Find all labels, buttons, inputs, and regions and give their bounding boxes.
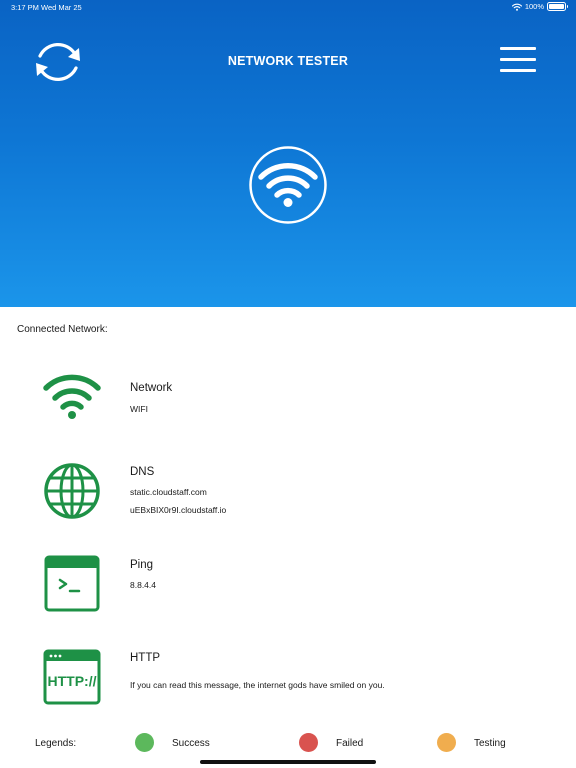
hamburger-menu-icon[interactable] <box>500 47 536 74</box>
legend: Legends: Success Failed Testing <box>0 730 576 756</box>
http-value: If you can read this message, the intern… <box>130 680 385 690</box>
legend-success-label: Success <box>172 738 210 749</box>
header: 3:17 PM Wed Mar 25 100% NETWORK TESTER <box>0 0 576 307</box>
legend-title: Legends: <box>35 738 77 749</box>
wifi-icon <box>249 146 327 224</box>
battery-level <box>549 4 564 9</box>
wifi-status-icon <box>511 3 522 11</box>
failed-dot-icon <box>299 733 318 752</box>
ping-value: 8.8.4.4 <box>130 580 156 590</box>
page-title: NETWORK TESTER <box>227 54 349 68</box>
home-indicator[interactable] <box>200 760 376 764</box>
status-date: Wed Mar 25 <box>41 3 82 12</box>
http-name: HTTP <box>130 652 161 664</box>
status-bar: 3:17 PM Wed Mar 25 100% <box>0 0 576 16</box>
ping-name: Ping <box>130 559 154 571</box>
dns-value-1: static.cloudstaff.com <box>130 487 207 497</box>
refresh-icon[interactable] <box>27 36 89 88</box>
network-value: WIFI <box>130 404 148 414</box>
battery-percent: 100% <box>524 2 544 11</box>
battery-icon <box>547 2 568 11</box>
network-name: Network <box>130 382 173 394</box>
status-time: 3:17 PM <box>11 3 39 12</box>
legend-testing-label: Testing <box>474 738 506 749</box>
svg-text:HTTP://: HTTP:// <box>48 673 97 689</box>
legend-failed-label: Failed <box>336 738 364 749</box>
globe-icon <box>44 463 100 519</box>
dns-name: DNS <box>130 466 155 478</box>
connected-network-label: Connected Network: <box>17 324 108 335</box>
success-dot-icon <box>135 733 154 752</box>
http-browser-icon: HTTP:// <box>43 649 101 705</box>
terminal-icon <box>44 555 100 612</box>
testing-dot-icon <box>437 733 456 752</box>
dns-value-2: uEBxBIX0r9I.cloudstaff.io <box>130 505 227 515</box>
wifi-icon <box>43 374 101 419</box>
status-right: 100% <box>511 2 568 11</box>
